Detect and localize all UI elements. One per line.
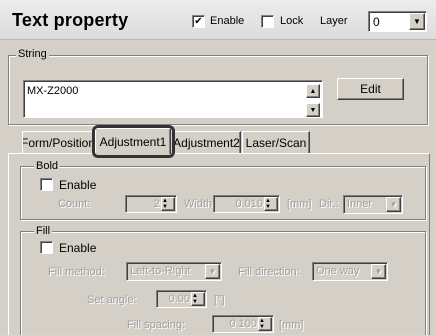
layer-label: Layer (320, 15, 348, 27)
tab-adjustment2[interactable]: Adjustment2 (172, 131, 241, 153)
string-value: MX-Z2000 (27, 85, 79, 97)
fill-spacing-value: 0.100 (229, 318, 257, 330)
string-text-area[interactable]: MX-Z2000 (23, 80, 323, 118)
spin-down-icon[interactable]: ▼ (162, 204, 174, 210)
scroll-up-arrow-icon[interactable]: ▲ (306, 84, 320, 98)
width-unit: [mm] (287, 198, 312, 210)
fill-direction-select[interactable]: One way ▼ (312, 262, 388, 281)
header-lock-checkbox[interactable] (261, 15, 274, 28)
dir-label: Dir.: (319, 198, 339, 210)
fill-method-label: Fill method: (48, 266, 105, 278)
string-group-title: String (16, 48, 49, 60)
chevron-down-icon[interactable]: ▼ (371, 264, 386, 279)
width-field[interactable]: 0.010 ▲ ▼ (213, 195, 280, 213)
spin-up-down-icon[interactable]: ▲ ▼ (161, 197, 175, 211)
spin-up-down-icon[interactable]: ▲ ▼ (264, 197, 278, 211)
bold-enable-label: Enable (59, 178, 97, 192)
spin-down-icon[interactable]: ▼ (259, 324, 271, 330)
layer-select[interactable]: 0 ▼ (368, 11, 427, 32)
fill-method-value: Left-to-Right (130, 265, 191, 277)
fill-spacing-unit: [mm] (279, 319, 304, 331)
window-title: Text property (12, 10, 129, 30)
set-angle-value: 0.00 (168, 293, 190, 305)
header-enable-checkbox[interactable] (192, 15, 205, 28)
spin-up-down-icon[interactable]: ▲ ▼ (258, 317, 272, 331)
fill-spacing-label: Fill spacing: (127, 319, 186, 331)
width-value: 0.010 (235, 198, 263, 210)
spin-down-icon[interactable]: ▼ (192, 299, 204, 305)
layer-value: 0 (373, 15, 380, 29)
chevron-down-icon[interactable]: ▼ (409, 13, 425, 30)
dir-value: Inner (347, 198, 373, 210)
set-angle-unit: [°] (214, 294, 225, 306)
header-lock-label: Lock (280, 15, 304, 27)
fill-spacing-field[interactable]: 0.100 ▲ ▼ (212, 315, 274, 333)
tab-laser-scan[interactable]: Laser/Scan (242, 131, 310, 153)
fill-enable-label: Enable (59, 241, 97, 255)
tab-highlight-outline (92, 125, 175, 158)
fill-direction-value: One way (316, 265, 360, 277)
count-label: Count: (58, 198, 91, 210)
spin-up-down-icon[interactable]: ▲ ▼ (191, 292, 205, 306)
spin-down-icon[interactable]: ▼ (265, 204, 277, 210)
fill-enable-checkbox[interactable] (40, 241, 53, 254)
bold-group-title: Bold (34, 160, 61, 172)
set-angle-label: Set angle: (87, 294, 137, 306)
tab-form-position[interactable]: Form/Position (22, 131, 94, 153)
set-angle-field[interactable]: 0.00 ▲ ▼ (156, 290, 207, 308)
fill-method-select[interactable]: Left-to-Right ▼ (126, 262, 222, 281)
bold-enable-checkbox[interactable] (40, 178, 53, 191)
edit-button[interactable]: Edit (337, 78, 404, 100)
header-enable-label: Enable (210, 15, 245, 27)
chevron-down-icon[interactable]: ▼ (205, 264, 220, 279)
chevron-down-icon[interactable]: ▼ (386, 197, 401, 212)
fill-group-title: Fill (34, 225, 53, 237)
width-label: Width: (184, 198, 216, 210)
fill-direction-label: Fill direction: (238, 266, 300, 278)
count-field[interactable]: 2 ▲ ▼ (125, 195, 177, 213)
count-value: 2 (153, 198, 160, 210)
scroll-down-arrow-icon[interactable]: ▼ (306, 103, 320, 117)
dir-select[interactable]: Inner ▼ (343, 195, 403, 214)
